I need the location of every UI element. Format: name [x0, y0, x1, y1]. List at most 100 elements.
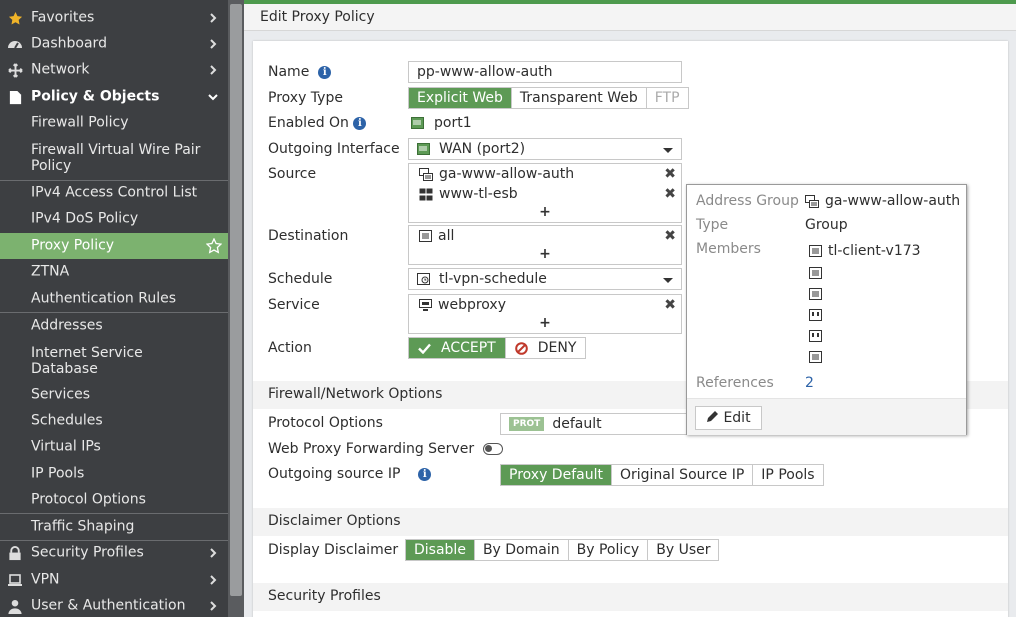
enabled-on-label: Enabled On i [268, 115, 367, 131]
action-accept-button[interactable]: ACCEPT [409, 338, 506, 358]
action-label: Action [268, 340, 312, 356]
dashboard-icon [6, 36, 24, 52]
sidebar-item-security-profiles[interactable]: Security Profiles [0, 543, 228, 563]
ip-pools-option[interactable]: IP Pools [753, 465, 822, 485]
sidebar-item-policy-objects[interactable]: Policy & Objects [0, 86, 228, 108]
chevron-right-icon [210, 575, 217, 585]
service-label: Service [268, 297, 320, 313]
sidebar-item-services[interactable]: Services [0, 385, 228, 405]
proxy-type-label: Proxy Type [268, 90, 343, 106]
remove-icon[interactable]: ✖ [664, 186, 676, 202]
schedule-label: Schedule [268, 271, 333, 287]
sidebar-item-traffic-shaping[interactable]: Traffic Shaping [0, 517, 228, 537]
popup-member-item [809, 288, 822, 300]
sidebar-item-ip-pools[interactable]: IP Pools [0, 464, 228, 484]
chevron-right-icon [210, 65, 217, 75]
info-icon[interactable]: i [418, 467, 432, 481]
policy-icon [6, 89, 24, 105]
sidebar-item-protocol-options[interactable]: Protocol Options [0, 490, 228, 510]
page-title: Edit Proxy Policy [260, 9, 375, 25]
forwarding-server-toggle[interactable] [483, 443, 503, 455]
remove-icon[interactable]: ✖ [664, 297, 676, 313]
sidebar-item-authentication-rules[interactable]: Authentication Rules [0, 289, 228, 309]
user-icon [6, 598, 24, 614]
display-disclaimer-label: Display Disclaimer [268, 542, 399, 558]
proxy-type-explicit-web[interactable]: Explicit Web [409, 88, 512, 108]
edit-button[interactable]: Edit [695, 406, 762, 430]
remove-icon[interactable]: ✖ [664, 166, 676, 182]
add-icon[interactable]: + [539, 204, 551, 220]
security-profiles-header: Security Profiles [253, 583, 1008, 611]
popup-references-link[interactable]: 2 [805, 375, 814, 391]
popup-footer: Edit [687, 398, 966, 435]
sidebar-item-virtual-ips[interactable]: Virtual IPs [0, 437, 228, 457]
info-icon[interactable]: i [353, 116, 367, 130]
star-icon [6, 10, 24, 26]
sidebar-scrollbar[interactable] [228, 0, 244, 617]
destination-entry[interactable]: all [419, 228, 454, 244]
action-selector: ACCEPT DENY [408, 337, 587, 359]
original-source-ip-option[interactable]: Original Source IP [612, 465, 754, 485]
protocol-options-select[interactable]: PROT default [500, 413, 690, 435]
outgoing-source-ip-selector: Proxy Default Original Source IP IP Pool… [500, 464, 824, 486]
sidebar-item-schedules[interactable]: Schedules [0, 411, 228, 431]
proxy-default-option[interactable]: Proxy Default [501, 465, 612, 485]
name-label: Name i [268, 64, 332, 80]
chevron-right-icon [210, 601, 217, 611]
sidebar-item-isdb[interactable]: Internet Service Database [0, 343, 228, 379]
popup-address-group-label: Address Group [696, 193, 799, 209]
destination-field[interactable]: all ✖ + [408, 225, 682, 265]
star-outline-icon[interactable] [206, 238, 222, 254]
name-input[interactable]: pp-www-allow-auth [408, 61, 682, 83]
add-icon[interactable]: + [539, 315, 551, 331]
remove-icon[interactable]: ✖ [664, 228, 676, 244]
popup-type-label: Type [696, 217, 729, 233]
source-field[interactable]: ga-www-allow-auth ✖ www-tl-esb ✖ + [408, 163, 682, 223]
sidebar-item-dashboard[interactable]: Dashboard [0, 34, 228, 54]
outgoing-source-ip-label: Outgoing source IP i [268, 466, 432, 482]
service-entry[interactable]: webproxy [419, 297, 506, 313]
action-deny-button[interactable]: DENY [506, 338, 586, 358]
laptop-icon [6, 572, 24, 588]
disclaimer-by-user-option[interactable]: By User [648, 540, 718, 560]
add-icon[interactable]: + [539, 246, 551, 262]
port-icon [417, 143, 430, 155]
source-entry[interactable]: www-tl-esb [419, 186, 518, 202]
proxy-type-ftp[interactable]: FTP [647, 88, 688, 108]
sidebar-item-network[interactable]: Network [0, 60, 228, 80]
info-icon[interactable]: i [318, 65, 332, 79]
sidebar-item-ztna[interactable]: ZTNA [0, 262, 228, 282]
outgoing-interface-label: Outgoing Interface [268, 141, 400, 157]
popup-references-label: References [696, 375, 774, 391]
sidebar-item-favorites[interactable]: Favorites [0, 8, 228, 28]
disclaimer-by-domain-option[interactable]: By Domain [475, 540, 569, 560]
sidebar-item-ipv4-dos[interactable]: IPv4 DoS Policy [0, 209, 228, 229]
proxy-type-transparent-web[interactable]: Transparent Web [512, 88, 647, 108]
schedule-select[interactable]: tl-vpn-schedule [408, 268, 682, 290]
address-icon [419, 230, 432, 242]
disclaimer-disable-option[interactable]: Disable [406, 540, 475, 560]
scrollbar-thumb[interactable] [230, 4, 242, 596]
sidebar-item-ipv4-acl[interactable]: IPv4 Access Control List [0, 183, 228, 203]
protocol-options-label: Protocol Options [268, 415, 383, 431]
lock-icon [6, 545, 24, 561]
sidebar-item-user-authentication[interactable]: User & Authentication [0, 596, 228, 616]
sidebar-item-vpn[interactable]: VPN [0, 570, 228, 590]
sidebar-item-addresses[interactable]: Addresses [0, 316, 228, 336]
page-header: Edit Proxy Policy [244, 4, 1016, 31]
popup-member-item [809, 267, 822, 279]
source-entry[interactable]: ga-www-allow-auth [419, 166, 574, 182]
schedule-icon [417, 273, 430, 285]
address-group-tooltip: Address Group ga-www-allow-auth Type Gro… [686, 184, 967, 435]
sidebar-item-proxy-policy[interactable]: Proxy Policy [0, 233, 228, 259]
service-field[interactable]: webproxy ✖ + [408, 294, 682, 334]
sidebar-item-firewall-policy[interactable]: Firewall Policy [0, 113, 228, 133]
protocol-badge: PROT [509, 417, 545, 431]
network-icon [6, 62, 24, 78]
sidebar-item-firewall-vwp-policy[interactable]: Firewall Virtual Wire Pair Policy [0, 140, 228, 176]
popup-type-value: Group [805, 217, 848, 233]
address-icon [809, 288, 822, 300]
disclaimer-by-policy-option[interactable]: By Policy [569, 540, 649, 560]
outgoing-interface-select[interactable]: WAN (port2) [408, 138, 682, 160]
device-icon [809, 309, 822, 321]
